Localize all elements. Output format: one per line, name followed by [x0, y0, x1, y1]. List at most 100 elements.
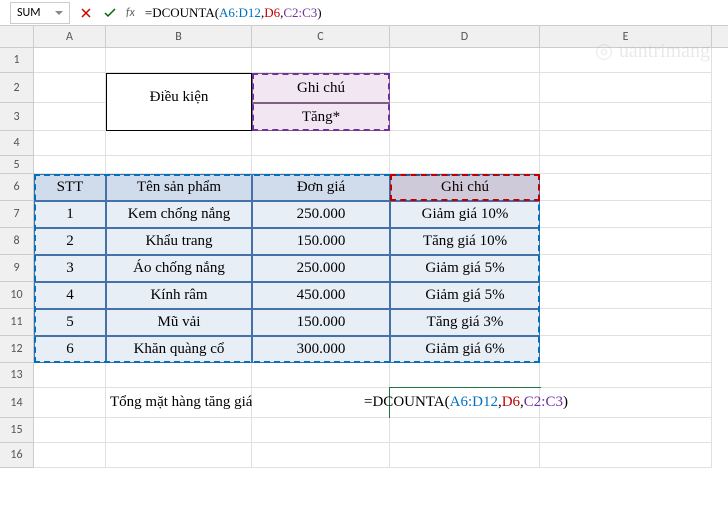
cell-B1[interactable]	[106, 48, 252, 73]
td-ten-0[interactable]: Kem chống nắng	[106, 201, 252, 228]
cell-D4[interactable]	[390, 131, 540, 156]
td-ten-4[interactable]: Mũ vải	[106, 309, 252, 336]
cell-C16[interactable]	[252, 443, 390, 468]
name-box[interactable]: SUM	[10, 2, 70, 24]
td-ghichu-1[interactable]: Tăng giá 10%	[390, 228, 540, 255]
cell-E9[interactable]	[540, 255, 712, 282]
row-header-16[interactable]: 16	[0, 443, 34, 468]
row-header-1[interactable]: 1	[0, 48, 34, 73]
cell-E3[interactable]	[540, 103, 712, 131]
cell-A1[interactable]	[34, 48, 106, 73]
cell-D13[interactable]	[390, 363, 540, 388]
cell-A14[interactable]	[34, 388, 106, 418]
td-stt-4[interactable]: 5	[34, 309, 106, 336]
row-header-5[interactable]: 5	[0, 156, 34, 174]
cell-E12[interactable]	[540, 336, 712, 363]
col-header-A[interactable]: A	[34, 26, 106, 47]
cell-E6[interactable]	[540, 174, 712, 201]
confirm-button[interactable]	[98, 2, 122, 24]
row-header-13[interactable]: 13	[0, 363, 34, 388]
row-header-12[interactable]: 12	[0, 336, 34, 363]
td-ghichu-4[interactable]: Tăng giá 3%	[390, 309, 540, 336]
td-gia-5[interactable]: 300.000	[252, 336, 390, 363]
cell-B4[interactable]	[106, 131, 252, 156]
cell-A4[interactable]	[34, 131, 106, 156]
th-ghichu[interactable]: Ghi chú	[390, 174, 540, 201]
cell-C5[interactable]	[252, 156, 390, 174]
cell-A2[interactable]	[34, 73, 106, 103]
cell-D14-formula[interactable]: =DCOUNTA(A6:D12,D6,C2:C3)	[390, 388, 540, 418]
cell-D5[interactable]	[390, 156, 540, 174]
td-ghichu-2[interactable]: Giảm giá 5%	[390, 255, 540, 282]
cell-E2[interactable]	[540, 73, 712, 103]
cell-E8[interactable]	[540, 228, 712, 255]
td-ten-1[interactable]: Khẩu trang	[106, 228, 252, 255]
cell-E11[interactable]	[540, 309, 712, 336]
cell-E13[interactable]	[540, 363, 712, 388]
cell-E10[interactable]	[540, 282, 712, 309]
td-gia-1[interactable]: 150.000	[252, 228, 390, 255]
row-header-15[interactable]: 15	[0, 418, 34, 443]
cell-C1[interactable]	[252, 48, 390, 73]
cell-A13[interactable]	[34, 363, 106, 388]
row-header-8[interactable]: 8	[0, 228, 34, 255]
formula-input[interactable]: =DCOUNTA(A6:D12,D6,C2:C3)	[139, 2, 728, 24]
cell-A15[interactable]	[34, 418, 106, 443]
row-header-9[interactable]: 9	[0, 255, 34, 282]
td-ten-2[interactable]: Áo chống nắng	[106, 255, 252, 282]
row-header-2[interactable]: 2	[0, 73, 34, 103]
col-header-B[interactable]: B	[106, 26, 252, 47]
col-header-D[interactable]: D	[390, 26, 540, 47]
col-header-C[interactable]: C	[252, 26, 390, 47]
th-stt[interactable]: STT	[34, 174, 106, 201]
cell-B5[interactable]	[106, 156, 252, 174]
td-stt-0[interactable]: 1	[34, 201, 106, 228]
td-gia-0[interactable]: 250.000	[252, 201, 390, 228]
td-ghichu-3[interactable]: Giảm giá 5%	[390, 282, 540, 309]
cell-A5[interactable]	[34, 156, 106, 174]
cell-B16[interactable]	[106, 443, 252, 468]
cell-C13[interactable]	[252, 363, 390, 388]
cell-A3[interactable]	[34, 103, 106, 131]
cell-D16[interactable]	[390, 443, 540, 468]
cell-E15[interactable]	[540, 418, 712, 443]
row-header-3[interactable]: 3	[0, 103, 34, 131]
cell-E16[interactable]	[540, 443, 712, 468]
cell-D2[interactable]	[390, 73, 540, 103]
row-header-14[interactable]: 14	[0, 388, 34, 418]
td-stt-3[interactable]: 4	[34, 282, 106, 309]
criteria-value[interactable]: Tăng*	[252, 103, 390, 131]
criteria-header[interactable]: Ghi chú	[252, 73, 390, 103]
spreadsheet-grid[interactable]: A B C D E 1 2 Ghi chú 3 Điều kiện	[0, 26, 728, 468]
td-gia-3[interactable]: 450.000	[252, 282, 390, 309]
cancel-button[interactable]	[74, 2, 98, 24]
select-all-corner[interactable]	[0, 26, 34, 47]
cell-B13[interactable]	[106, 363, 252, 388]
row-header-7[interactable]: 7	[0, 201, 34, 228]
row-header-10[interactable]: 10	[0, 282, 34, 309]
th-ten[interactable]: Tên sản phẩm	[106, 174, 252, 201]
cell-D15[interactable]	[390, 418, 540, 443]
cell-C15[interactable]	[252, 418, 390, 443]
row-header-6[interactable]: 6	[0, 174, 34, 201]
td-ghichu-0[interactable]: Giảm giá 10%	[390, 201, 540, 228]
summary-label[interactable]: Tổng mặt hàng tăng giá bán	[106, 388, 252, 418]
cell-E5[interactable]	[540, 156, 712, 174]
td-ten-3[interactable]: Kính râm	[106, 282, 252, 309]
cell-C4[interactable]	[252, 131, 390, 156]
row-header-4[interactable]: 4	[0, 131, 34, 156]
th-gia[interactable]: Đơn giá	[252, 174, 390, 201]
td-stt-5[interactable]: 6	[34, 336, 106, 363]
fx-label[interactable]: fx	[122, 6, 139, 20]
cell-D3[interactable]	[390, 103, 540, 131]
cell-E4[interactable]	[540, 131, 712, 156]
td-gia-4[interactable]: 150.000	[252, 309, 390, 336]
criteria-label[interactable]: Điều kiện	[106, 103, 252, 131]
cell-A16[interactable]	[34, 443, 106, 468]
td-stt-1[interactable]: 2	[34, 228, 106, 255]
cell-D1[interactable]	[390, 48, 540, 73]
cell-E7[interactable]	[540, 201, 712, 228]
cell-B15[interactable]	[106, 418, 252, 443]
row-header-11[interactable]: 11	[0, 309, 34, 336]
td-stt-2[interactable]: 3	[34, 255, 106, 282]
